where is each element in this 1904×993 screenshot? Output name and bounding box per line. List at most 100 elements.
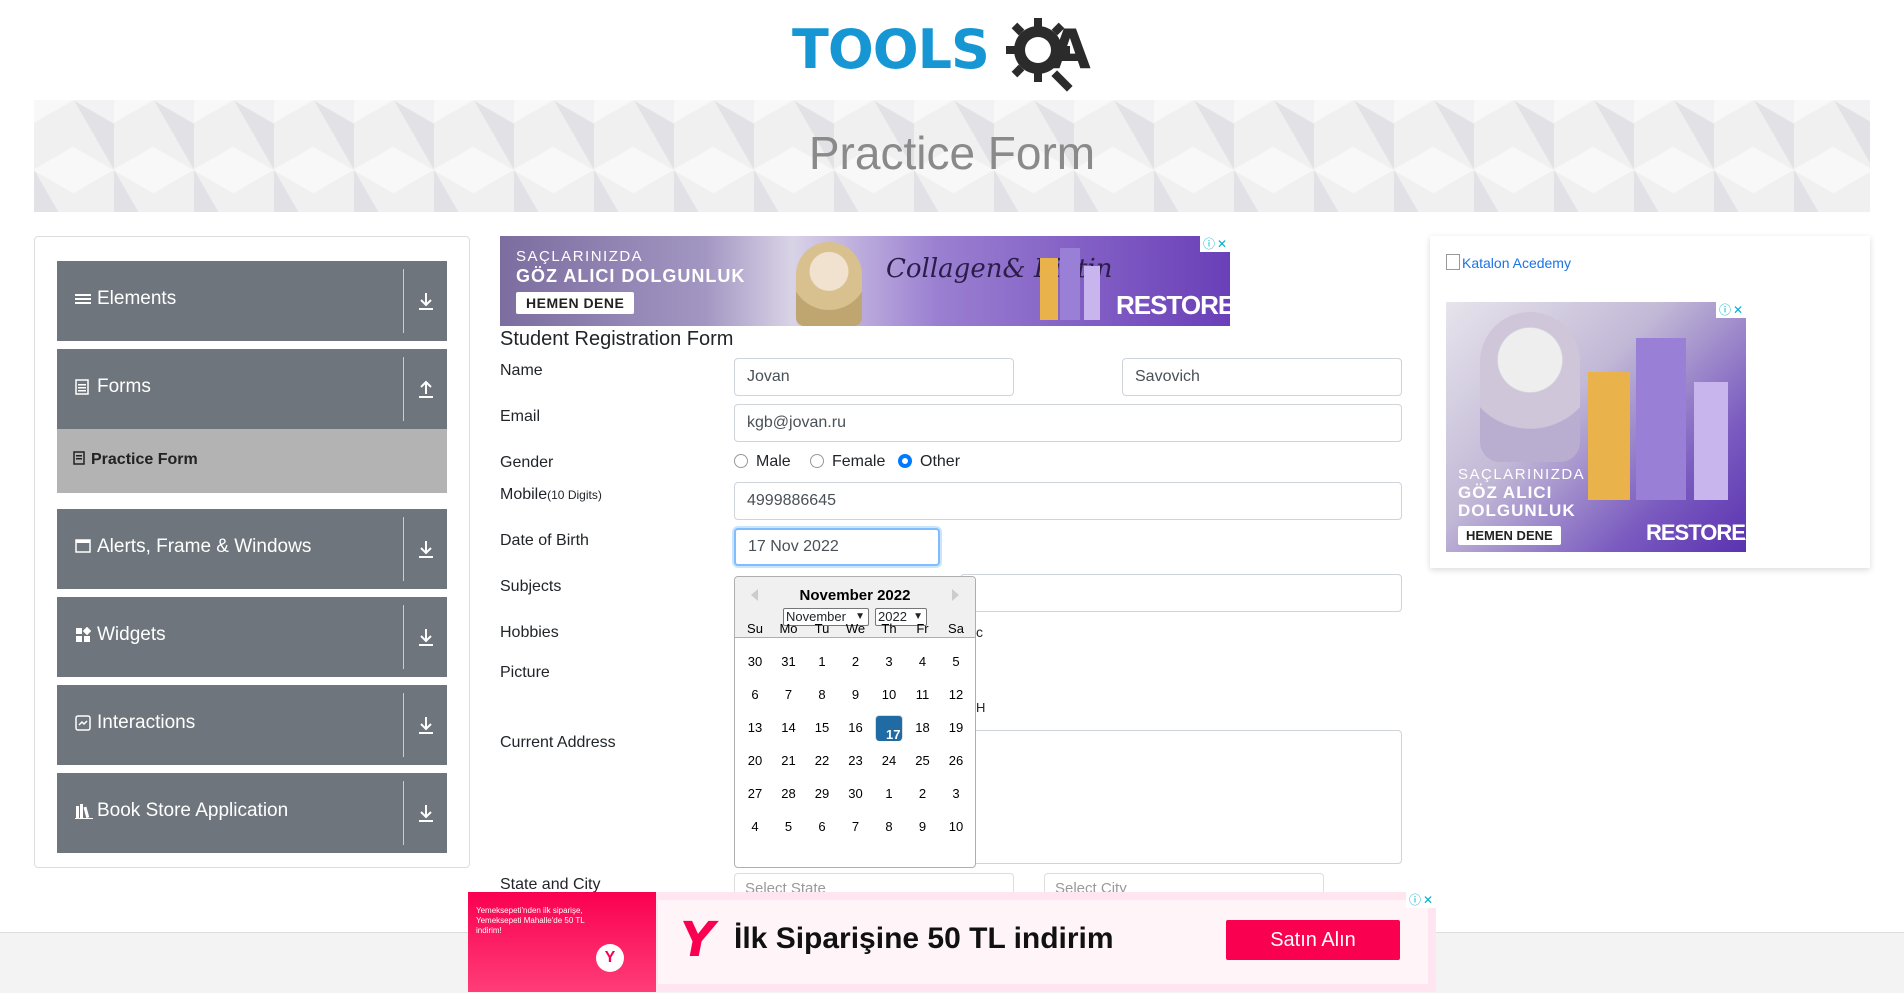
calendar-day[interactable]: 5: [942, 649, 970, 675]
email-input[interactable]: [734, 404, 1402, 442]
sidebar-group-widgets[interactable]: Widgets: [57, 597, 447, 677]
day-name: Fr: [916, 621, 929, 636]
calendar-day[interactable]: 4: [909, 649, 937, 675]
bottom-advertisement[interactable]: Yemeksepeti'nden ilk siparişe, Yemeksepe…: [468, 892, 1436, 992]
calendar-day[interactable]: 27: [741, 781, 769, 807]
state-select[interactable]: Select State: [734, 873, 1014, 893]
calendar-day[interactable]: 13: [741, 715, 769, 741]
calendar-day[interactable]: 1: [808, 649, 836, 675]
buy-button[interactable]: Satın Alın: [1226, 920, 1400, 960]
calendar-day[interactable]: 12: [942, 682, 970, 708]
download-arrow-icon: [419, 805, 433, 822]
info-icon[interactable]: ⓘ: [1409, 892, 1421, 908]
calendar-day[interactable]: 2: [909, 781, 937, 807]
calendar-day[interactable]: 3: [875, 649, 903, 675]
calendar-day[interactable]: 10: [942, 814, 970, 840]
calendar-day[interactable]: 4: [741, 814, 769, 840]
calendar-day[interactable]: 8: [808, 682, 836, 708]
close-icon[interactable]: ✕: [1217, 236, 1227, 252]
ad-cta-button[interactable]: HEMEN DENE: [516, 292, 635, 314]
calendar-day-selected[interactable]: 17: [875, 715, 903, 741]
calendar-day[interactable]: 5: [775, 814, 803, 840]
info-icon[interactable]: ⓘ: [1203, 236, 1215, 252]
gender-radio-male[interactable]: Male: [734, 453, 791, 471]
subjects-input[interactable]: [960, 574, 1402, 612]
ad-choices[interactable]: ⓘ ✕: [1716, 302, 1746, 318]
current-address-label: Current Address: [500, 734, 616, 751]
radio-circle[interactable]: [734, 454, 748, 468]
city-select[interactable]: Select City: [1044, 873, 1324, 893]
ad-choices[interactable]: ⓘ ✕: [1406, 892, 1436, 908]
sidebar-group-forms[interactable]: Forms: [57, 349, 447, 429]
date-of-birth-input[interactable]: [734, 528, 940, 566]
calendar-day[interactable]: 30: [842, 781, 870, 807]
mobile-input[interactable]: [734, 482, 1402, 520]
calendar-day[interactable]: 11: [909, 682, 937, 708]
radio-circle[interactable]: [810, 454, 824, 468]
info-icon[interactable]: ⓘ: [1719, 302, 1731, 318]
calendar-day[interactable]: 25: [909, 748, 937, 774]
calendar-day[interactable]: 26: [942, 748, 970, 774]
sidebar-group-label: Elements: [97, 288, 177, 309]
calendar-day[interactable]: 31: [775, 649, 803, 675]
close-icon[interactable]: ✕: [1423, 892, 1433, 908]
calendar-day[interactable]: 6: [741, 682, 769, 708]
gender-radio-female[interactable]: Female: [810, 453, 885, 471]
hobbies-label: Hobbies: [500, 624, 559, 641]
last-name-input[interactable]: [1122, 358, 1402, 396]
calendar-day[interactable]: 7: [842, 814, 870, 840]
gear-magnifier-icon: [1006, 18, 1073, 92]
calendar-day[interactable]: 10: [875, 682, 903, 708]
calendar-day[interactable]: 30: [741, 649, 769, 675]
calendar-day[interactable]: 7: [775, 682, 803, 708]
calendar-day[interactable]: 2: [842, 649, 870, 675]
toolsqa-logo[interactable]: TOOLS A: [792, 14, 1116, 92]
sidebar-group-elements[interactable]: Elements: [57, 261, 447, 341]
calendar-day[interactable]: 1: [875, 781, 903, 807]
download-arrow-icon: [419, 541, 433, 558]
calendar-day[interactable]: 21: [775, 748, 803, 774]
close-icon[interactable]: ✕: [1733, 302, 1743, 318]
yemeksepeti-logo: Y: [680, 912, 715, 968]
sidebar-group-book-store[interactable]: Book Store Application: [57, 773, 447, 853]
day-name: We: [845, 621, 866, 636]
calendar-day[interactable]: 24: [875, 748, 903, 774]
name-label: Name: [500, 362, 543, 379]
gender-radio-other[interactable]: Other: [898, 453, 960, 471]
calendar-day[interactable]: 23: [842, 748, 870, 774]
first-name-input[interactable]: [734, 358, 1014, 396]
sidebar-item-label: Practice Form: [91, 451, 198, 468]
calendar-day[interactable]: 19: [942, 715, 970, 741]
top-advertisement[interactable]: SAÇLARINIZDA GÖZ ALICI DOLGUNLUK HEMEN D…: [500, 236, 1230, 326]
datepicker-month-title: November 2022: [799, 587, 911, 604]
calendar-day[interactable]: 29: [808, 781, 836, 807]
sidebar-group-label: Forms: [97, 376, 151, 397]
calendar-day[interactable]: 6: [808, 814, 836, 840]
ad-choices[interactable]: ⓘ ✕: [1200, 236, 1230, 252]
sidebar-group-alerts[interactable]: Alerts, Frame & Windows: [57, 509, 447, 589]
divider: [403, 605, 404, 669]
calendar-day[interactable]: 15: [808, 715, 836, 741]
ad-cta-button[interactable]: HEMEN DENE: [1458, 526, 1561, 545]
calendar-day[interactable]: 18: [909, 715, 937, 741]
calendar-day[interactable]: 9: [842, 682, 870, 708]
calendar-day[interactable]: 3: [942, 781, 970, 807]
sidebar-item-practice-form[interactable]: Practice Form: [57, 429, 447, 493]
mobile-label: Mobile(10 Digits): [500, 486, 602, 504]
day-name: Th: [881, 621, 897, 636]
datepicker-popup: November 2022 November ▼ 2022 ▼ Su Mo Tu We Th…: [734, 576, 976, 868]
divider: [403, 781, 404, 845]
restorex-ad[interactable]: SAÇLARINIZDA GÖZ ALICI DOLGUNLUK HEMEN D…: [1446, 302, 1746, 552]
download-arrow-icon: [419, 629, 433, 646]
broken-image-link[interactable]: Katalon Acedemy: [1446, 254, 1571, 271]
calendar-day[interactable]: 8: [875, 814, 903, 840]
sidebar-group-interactions[interactable]: Interactions: [57, 685, 447, 765]
calendar-day[interactable]: 20: [741, 748, 769, 774]
calendar-day[interactable]: 28: [775, 781, 803, 807]
calendar-day[interactable]: 16: [842, 715, 870, 741]
calendar-day[interactable]: 14: [775, 715, 803, 741]
radio-circle-selected[interactable]: [898, 454, 912, 468]
calendar-day[interactable]: 9: [909, 814, 937, 840]
broken-image-alt: Katalon Acedemy: [1462, 255, 1571, 271]
calendar-day[interactable]: 22: [808, 748, 836, 774]
